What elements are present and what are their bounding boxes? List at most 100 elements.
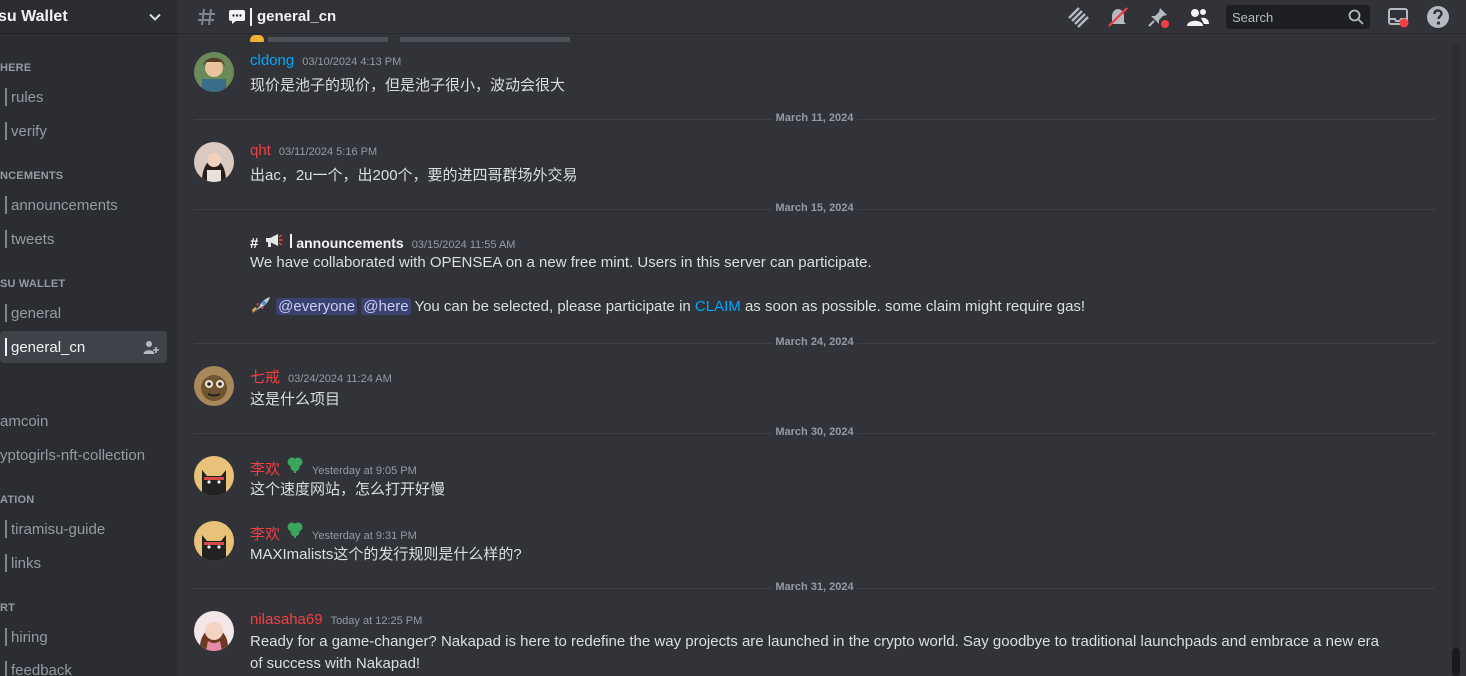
date-divider: March 11, 2024 <box>194 112 1435 124</box>
message-timestamp: 03/10/2024 4:13 PM <box>302 56 402 68</box>
pinned-messages-icon[interactable] <box>1146 5 1170 29</box>
message-author[interactable]: 七戒 <box>250 366 280 387</box>
channel-label: links <box>11 554 42 572</box>
channel-label: hiring <box>11 628 48 646</box>
server-name: su Wallet <box>0 7 68 25</box>
message-author[interactable]: nilasaha69 <box>250 611 323 628</box>
channel-label: amcoin <box>0 412 49 430</box>
date-divider: March 31, 2024 <box>194 581 1435 593</box>
mention-everyone[interactable]: @everyone <box>276 298 358 315</box>
message-author[interactable]: announcements <box>296 235 403 251</box>
channel-sidebar: su Wallet HERE rules verify NCEMENTS ann… <box>0 0 178 676</box>
message-list[interactable]: cldong 03/10/2024 4:13 PM 现价是池子的现价，但是池子很… <box>178 34 1448 676</box>
channel-links[interactable]: links <box>0 547 167 579</box>
search-input[interactable]: Search <box>1226 5 1370 29</box>
message-text: We have collaborated with OPENSEA on a n… <box>250 254 872 271</box>
message-text-segment: You can be selected, please participate … <box>414 298 691 315</box>
member-list-icon[interactable] <box>1186 5 1210 29</box>
message-author[interactable]: cldong <box>250 52 294 69</box>
search-placeholder: Search <box>1232 9 1274 25</box>
channel-verify[interactable]: verify <box>0 115 167 147</box>
channel-label: general_cn <box>11 338 86 356</box>
date-divider-label: March 11, 2024 <box>771 112 858 124</box>
channel-tiramisu-guide[interactable]: tiramisu-guide <box>0 513 167 545</box>
message-author[interactable]: 李欢 <box>250 458 280 479</box>
channel-rules[interactable]: rules <box>0 81 167 113</box>
channel-label: yptogirls-nft-collection <box>0 446 146 464</box>
channel-label: feedback <box>11 661 72 676</box>
header-toolbar: Search <box>1050 0 1466 34</box>
message-text-continued: of success with Nakapad! <box>250 655 421 672</box>
previous-message-fragment <box>250 34 580 42</box>
message-timestamp: Yesterday at 9:31 PM <box>312 530 417 542</box>
channel-general[interactable]: general <box>0 297 167 329</box>
category-label[interactable]: RT <box>0 602 15 614</box>
message-timestamp: 03/24/2024 11:24 AM <box>288 373 392 385</box>
date-divider: March 15, 2024 <box>194 202 1435 214</box>
channel-amcoin[interactable]: amcoin <box>0 405 167 437</box>
category-label[interactable]: SU WALLET <box>0 278 65 290</box>
message-text: 出ac，2u一个，出200个，要的进四哥群场外交易 <box>250 167 578 184</box>
date-divider-label: March 30, 2024 <box>771 426 858 438</box>
role-badge-icon <box>287 457 303 473</box>
message-text: MAXImalists这个的发行规则是什么样的? <box>250 546 522 563</box>
message-timestamp: Yesterday at 9:05 PM <box>312 465 417 477</box>
inbox-icon[interactable] <box>1386 5 1410 29</box>
channel-label: tiramisu-guide <box>11 520 106 538</box>
message-timestamp: 03/15/2024 11:55 AM <box>411 239 516 251</box>
avatar[interactable] <box>194 521 234 561</box>
search-icon <box>1348 9 1364 25</box>
channel-label: tweets <box>11 230 55 248</box>
category-label[interactable]: ATION <box>0 494 34 506</box>
message-timestamp: 03/11/2024 5:16 PM <box>278 146 378 158</box>
add-member-icon[interactable] <box>143 339 159 355</box>
message-author-prefix: # <box>250 235 259 252</box>
channel-feedback[interactable]: feedback <box>0 654 167 676</box>
message-text: Ready for a game-changer? Nakapad is her… <box>250 633 1380 650</box>
rocket-icon <box>252 297 270 313</box>
message-text: 现价是池子的现价，但是池子很小，波动会很大 <box>250 77 566 94</box>
help-icon[interactable] <box>1426 5 1450 29</box>
chat-bubble-icon <box>229 9 245 24</box>
notification-bell-muted-icon[interactable] <box>1106 5 1130 29</box>
date-divider: March 30, 2024 <box>194 426 1435 438</box>
chevron-down-icon <box>149 13 161 21</box>
message-author[interactable]: 李欢 <box>250 523 280 544</box>
message-text: 这个速度网站，怎么打开好慢 <box>250 481 446 498</box>
role-badge-icon <box>287 522 303 538</box>
channel-label: general <box>11 304 62 322</box>
channel-label: rules <box>11 88 44 106</box>
channel-announcements[interactable]: announcements <box>0 189 167 221</box>
channel-label: announcements <box>11 196 118 214</box>
date-divider-label: March 24, 2024 <box>771 336 858 348</box>
category-label[interactable]: HERE <box>0 62 31 74</box>
avatar[interactable] <box>194 142 234 182</box>
message-text-segment: as soon as possible. some claim might re… <box>744 298 1086 315</box>
channel-cryptogirls[interactable]: yptogirls-nft-collection <box>0 439 167 471</box>
message-text-line2: @everyone @here You can be selected, ple… <box>250 296 1085 315</box>
avatar[interactable] <box>194 456 234 496</box>
claim-link[interactable]: CLAIM <box>695 298 741 315</box>
mention-here[interactable]: @here <box>361 298 411 315</box>
avatar[interactable] <box>194 52 234 92</box>
avatar[interactable] <box>194 611 234 651</box>
category-label[interactable]: NCEMENTS <box>0 170 63 182</box>
channel-hiring[interactable]: hiring <box>0 621 167 653</box>
channel-title: general_cn <box>257 8 337 25</box>
channel-label: verify <box>11 122 47 140</box>
date-divider-label: March 31, 2024 <box>771 581 858 593</box>
date-divider-label: March 15, 2024 <box>771 202 858 214</box>
threads-icon[interactable] <box>1066 5 1090 29</box>
server-header[interactable]: su Wallet <box>0 0 178 34</box>
scrollbar-thumb[interactable] <box>1452 648 1460 676</box>
channel-general-cn[interactable]: general_cn <box>0 331 167 363</box>
message-timestamp: Today at 12:25 PM <box>330 615 423 627</box>
hashtag-icon <box>198 8 215 25</box>
megaphone-icon <box>266 234 284 247</box>
message-author[interactable]: qht <box>250 142 271 159</box>
avatar[interactable] <box>194 366 234 406</box>
channel-tweets[interactable]: tweets <box>0 223 167 255</box>
channel-header: general_cn Search <box>178 0 1466 34</box>
date-divider: March 24, 2024 <box>194 336 1435 348</box>
scrollbar-track[interactable] <box>1452 42 1460 676</box>
